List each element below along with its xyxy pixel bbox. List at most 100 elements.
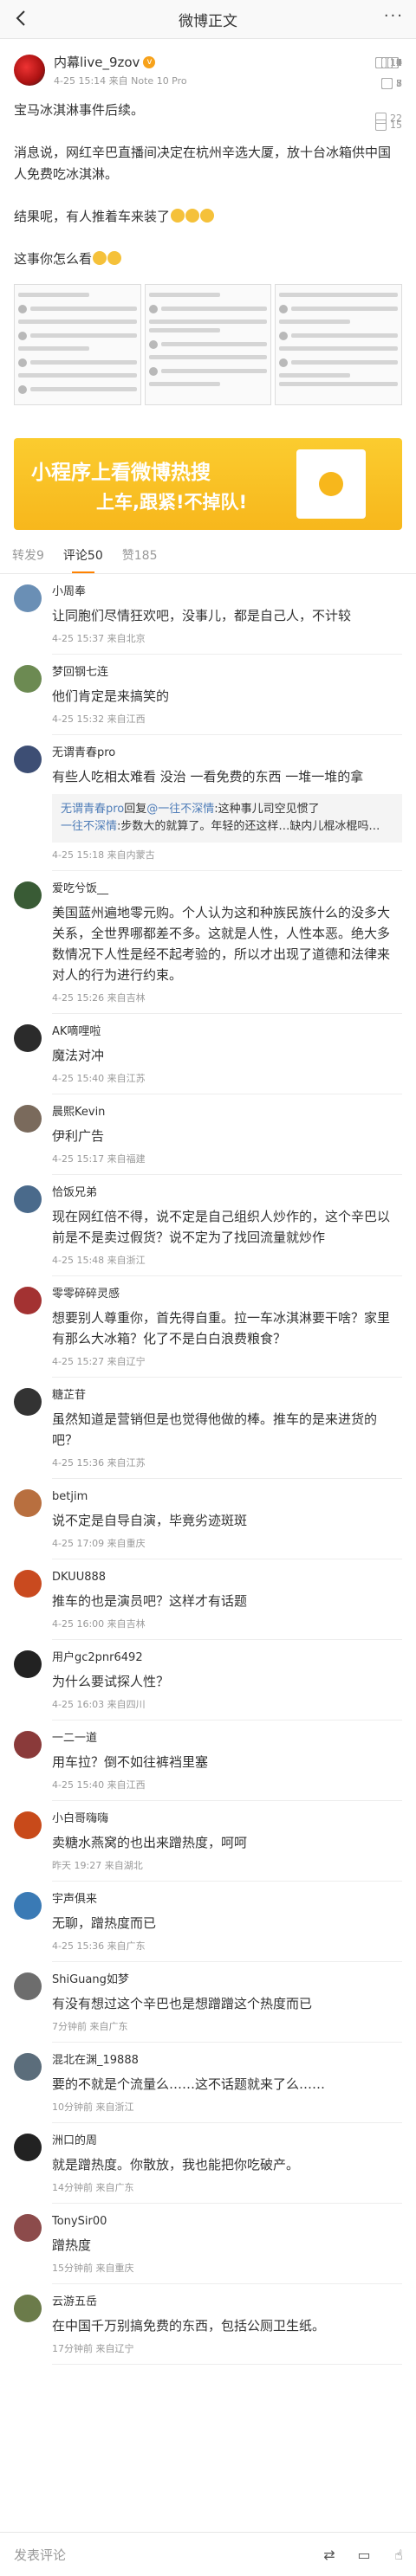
avatar[interactable] xyxy=(14,1287,42,1314)
avatar[interactable] xyxy=(14,1388,42,1416)
comment-item[interactable]: 零零碎碎灵感想要别人尊重你，首先得自重。拉一车冰淇淋要干啥？家里有那么大冰箱？化… xyxy=(0,78,416,1378)
comment-text: 无聊，蹭热度而已 xyxy=(52,1915,157,1931)
mini-program-banner[interactable]: 小程序上看微博热搜 上车,跟紧!不掉队! xyxy=(14,438,402,530)
comment-text: 想要别人尊重你，首先得自重。拉一车冰淇淋要干啥？家里有那么大冰箱？化了不是白白浪… xyxy=(52,1310,391,1346)
thumb-up-icon xyxy=(381,78,393,89)
comment-item[interactable]: 糖芷苷 虽然知道是营销但是也觉得他做的棒。推车的是来进货的吧？ 4-25 15:36… xyxy=(0,78,416,1479)
post-image[interactable] xyxy=(14,284,141,405)
avatar[interactable] xyxy=(14,1105,42,1133)
comment-username[interactable]: 晨熙Kevin xyxy=(52,1105,402,1120)
comment-item[interactable]: 一二一道 用车拉？倒不如往裤裆里塞 4-25 15:40 来自江西 1 xyxy=(0,57,416,1801)
comment-item[interactable]: ShiGuang如梦 有没有想过这个辛巴也是想蹭蹭这个热度而已 7分钟前 来自广东 xyxy=(0,57,416,2043)
post-author[interactable]: 内幕live_9zov v 4-25 15:14 来自 Note 10 Pro xyxy=(14,51,402,89)
comment-item[interactable]: 小周奉 让同胞们尽情狂欢吧，没事儿，都是自己人，不计较 4-25 15:37 来自北… xyxy=(0,57,416,655)
comment-username[interactable]: 小白哥嗨嗨 xyxy=(52,1811,402,1827)
comment-text: 卖糖水燕窝的也出来蹭热度，呵呵 xyxy=(52,1835,248,1850)
post-image[interactable] xyxy=(275,284,403,405)
tab-likes[interactable]: 赞185 xyxy=(122,539,158,573)
thumb-up-icon xyxy=(375,119,387,131)
comment-item[interactable]: 用户gc2pnr6492 为什么要试探人性？ 4-25 16:03 来自四川 1 xyxy=(0,57,416,1721)
comment-username[interactable]: ShiGuang如梦 xyxy=(52,1972,402,1988)
reply-username[interactable]: 一往不深情 xyxy=(61,820,117,833)
avatar[interactable] xyxy=(14,2214,42,2242)
comment-meta: 14分钟前 来自广东 xyxy=(52,2182,134,2193)
avatar[interactable] xyxy=(14,2053,42,2081)
comment-item[interactable]: 爱吃兮饭__ 美国蓝州遍地零元购。个人认为这和种族民族什么的没多大关系，全世界哪都… xyxy=(0,119,416,1014)
comment-item[interactable]: AK嘀哩啦 魔法对冲 4-25 15:40 来自江苏 9 xyxy=(0,57,416,1094)
reply-username[interactable]: 无谓青春pro xyxy=(61,803,124,816)
comment-input[interactable]: 发表评论 xyxy=(14,2546,312,2564)
reply-mention[interactable]: @一往不深情 xyxy=(146,803,214,816)
comment-meta: 4-25 15:18 来自内蒙古 xyxy=(52,849,155,861)
avatar[interactable] xyxy=(14,1489,42,1517)
comment-username[interactable]: 梦回钢七连 xyxy=(52,665,402,681)
post-paragraph: 宝马冰淇淋事件后续。 xyxy=(14,102,145,118)
avatar[interactable] xyxy=(14,2134,42,2161)
avatar[interactable] xyxy=(14,1185,42,1213)
comment-item[interactable]: 梦回钢七连 他们肯定是来搞笑的 4-25 15:32 来自江西 7 xyxy=(0,57,416,735)
emoji-icon xyxy=(107,251,122,265)
avatar[interactable] xyxy=(14,1731,42,1759)
avatar[interactable] xyxy=(14,881,42,909)
comment-username[interactable]: 爱吃兮饭__ xyxy=(52,881,402,897)
comment-username[interactable]: AK嘀哩啦 xyxy=(52,1024,402,1040)
like-icon[interactable]: ☝ xyxy=(381,2547,416,2563)
comment-username[interactable]: 洲口的周 xyxy=(52,2134,402,2149)
comment-username[interactable]: TonySir00 xyxy=(52,2214,402,2230)
comment-text: 蹭热度 xyxy=(52,2237,92,2253)
more-icon[interactable]: ··· xyxy=(384,7,404,25)
comment-item[interactable]: 洲口的周 就是蹭热度。你散放，我也能把你吃破产。 14分钟前 来自广东 xyxy=(0,57,416,2204)
avatar[interactable] xyxy=(14,1972,42,2000)
comment-like-button[interactable]: 5 xyxy=(381,78,402,89)
avatar[interactable] xyxy=(14,2295,42,2322)
comment-item[interactable]: DKUU888 推车的也是演员吧？这样才有话题 4-25 16:00 来自吉林 4 xyxy=(0,57,416,1640)
comment-item[interactable]: betjim 说不定是自导自演，毕竟劣迹斑斑 4-25 17:09 来自重庆 4 xyxy=(0,57,416,1559)
comment-item[interactable]: 无谓青春pro 有些人吃相太难看 没治 一看免费的东西 一堆一堆的拿 无谓青春pro… xyxy=(0,113,416,871)
comment-username[interactable]: 用户gc2pnr6492 xyxy=(52,1650,402,1666)
post-meta: 4-25 15:14 来自 Note 10 Pro xyxy=(54,75,187,87)
comment-text: 美国蓝州遍地零元购。个人认为这和种族民族什么的没多大关系，全世界哪都差不多。这就… xyxy=(52,905,391,983)
comment-tabs: 转发9 评论50 赞185 xyxy=(0,539,416,574)
avatar[interactable] xyxy=(14,1811,42,1839)
comment-username[interactable]: betjim xyxy=(52,1489,402,1505)
comment-item[interactable]: TonySir00 蹭热度 15分钟前 来自重庆 xyxy=(0,57,416,2284)
tab-comments[interactable]: 评论50 xyxy=(63,539,103,573)
comment-meta: 昨天 19:27 来自湖北 xyxy=(52,1860,143,1871)
comment-username[interactable]: 小周奉 xyxy=(52,584,402,600)
comment-item[interactable]: 云游五岳 在中国千万别搞免费的东西，包括公厕卫生纸。 17分钟前 来自辽宁 xyxy=(0,57,416,2365)
comment-item[interactable]: 宇声俱来 无聊，蹭热度而已 4-25 15:36 来自广东 1 xyxy=(0,57,416,1962)
comment-username[interactable]: 云游五岳 xyxy=(52,2295,402,2310)
emoji-icon xyxy=(185,209,200,223)
comment-username[interactable]: 宇声俱来 xyxy=(52,1892,402,1908)
repost-icon[interactable]: ⇄ xyxy=(312,2547,347,2563)
avatar[interactable] xyxy=(14,746,42,773)
author-name[interactable]: 内幕live_9zov xyxy=(54,53,140,71)
comment-username[interactable]: 恰饭兄弟 xyxy=(52,1185,402,1201)
comment-like-button[interactable]: 15 xyxy=(375,119,402,131)
comment-item[interactable]: 恰饭兄弟 现在网红倍不得，说不定是自己组织人炒作的，这个辛巴以前是不是卖过假货？说… xyxy=(0,78,416,1276)
comment-item[interactable]: 小白哥嗨嗨 卖糖水燕窝的也出来蹭热度，呵呵 昨天 19:27 来自湖北 1 xyxy=(0,57,416,1882)
comment-item[interactable]: 晨熙Kevin 伊利广告 4-25 15:17 来自福建 10 xyxy=(0,57,416,1175)
comment-item[interactable]: 混北在渊_19888 要的不就是个流量么……这不话题就来了么…… 10分钟前 来自浙… xyxy=(0,57,416,2123)
avatar[interactable] xyxy=(14,1650,42,1678)
tab-repost[interactable]: 转发9 xyxy=(12,539,44,573)
avatar[interactable] xyxy=(14,55,45,86)
comment-username[interactable]: DKUU888 xyxy=(52,1570,402,1585)
comment-username[interactable]: 一二一道 xyxy=(52,1731,402,1746)
comment-like-button[interactable] xyxy=(387,57,402,68)
avatar[interactable] xyxy=(14,584,42,612)
avatar[interactable] xyxy=(14,1570,42,1598)
comment-username[interactable]: 混北在渊_19888 xyxy=(52,2053,402,2069)
post-paragraph: 这事你怎么看 xyxy=(14,251,93,267)
avatar[interactable] xyxy=(14,1024,42,1052)
avatar[interactable] xyxy=(14,665,42,693)
emoji-icon xyxy=(200,209,215,223)
comment-username[interactable]: 零零碎碎灵感 xyxy=(52,1287,402,1302)
comment-icon[interactable]: ▭ xyxy=(347,2547,381,2563)
comment-username[interactable]: 糖芷苷 xyxy=(52,1388,402,1404)
reply-box[interactable]: 无谓青春pro回复@一往不深情:这种事儿司空见惯了 一往不深情:步数大的就算了。年… xyxy=(52,794,402,843)
post-image[interactable] xyxy=(144,284,272,405)
comment-username[interactable]: 无谓青春pro xyxy=(52,746,402,761)
chevron-left-icon[interactable] xyxy=(12,9,31,28)
avatar[interactable] xyxy=(14,1892,42,1920)
